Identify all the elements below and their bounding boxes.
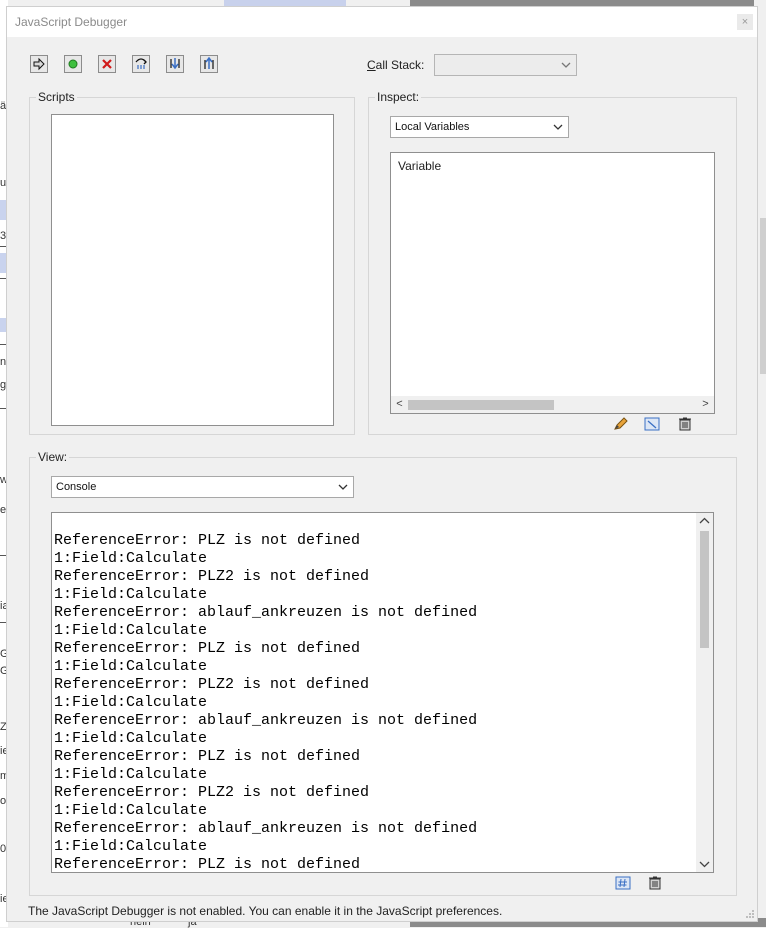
background-scrollbar [760,218,766,374]
call-stack-label: Call Stack: [367,58,425,72]
watch-icon[interactable] [643,417,661,431]
chevron-down-icon [561,62,571,68]
variables-list[interactable]: Variable < > [390,152,715,414]
chevron-down-icon [338,484,348,490]
trash-icon[interactable] [676,417,694,431]
step-over-icon [135,58,147,69]
console-line: ReferenceError: PLZ is not defined [54,856,361,873]
console-line: 1:Field:Calculate [54,802,208,819]
inspect-dropdown[interactable]: Local Variables [390,116,569,138]
console-line: 1:Field:Calculate [54,658,208,675]
console-line: ReferenceError: PLZ is not defined [54,640,361,657]
scroll-left-button[interactable]: < [391,396,408,413]
view-dropdown[interactable]: Console [51,476,354,498]
scroll-thumb[interactable] [408,400,554,410]
console-line: ReferenceError: PLZ is not defined [54,748,361,765]
console-line: 1:Field:Calculate [54,550,208,567]
console-line: ReferenceError: PLZ2 is not defined [54,676,370,693]
step-out-icon [204,56,214,69]
console-output[interactable]: ReferenceError: PLZ is not defined 1:Fiel… [51,512,714,873]
stop-button[interactable] [98,55,116,73]
console-line: 1:Field:Calculate [54,838,208,855]
scroll-down-icon[interactable] [699,860,710,868]
chevron-down-icon [553,124,563,130]
pause-button[interactable] [64,55,82,73]
step-out-button[interactable] [200,55,218,73]
status-message: The JavaScript Debugger is not enabled. … [28,904,503,918]
console-line: ReferenceError: PLZ is not defined [54,532,361,549]
title-bar[interactable]: JavaScript Debugger × [7,7,757,37]
step-into-icon [170,58,180,70]
scroll-up-icon[interactable] [699,517,710,525]
console-line: ReferenceError: PLZ2 is not defined [54,784,370,801]
arrow-right-icon [33,57,45,71]
console-vertical-scrollbar[interactable] [696,513,713,872]
scroll-thumb[interactable] [700,531,709,648]
console-line: 1:Field:Calculate [54,694,208,711]
scripts-title: Scripts [36,90,77,104]
step-into-button[interactable] [166,55,184,73]
console-line: ReferenceError: PLZ2 is not defined [54,568,370,585]
variable-column-header[interactable]: Variable [398,159,441,173]
scripts-list[interactable] [51,114,334,426]
close-button[interactable]: × [737,14,753,30]
console-line: 1:Field:Calculate [54,766,208,783]
resize-grip-icon[interactable] [745,909,755,919]
call-stack-dropdown[interactable] [434,54,577,76]
step-over-button[interactable] [132,55,150,73]
console-line: 1:Field:Calculate [54,622,208,639]
green-dot-icon [68,59,78,69]
console-line: 1:Field:Calculate [54,586,208,603]
scroll-right-button[interactable]: > [697,396,714,413]
view-title: View: [36,450,70,464]
console-line: ReferenceError: ablauf_ankreuzen is not … [54,604,478,621]
window-title: JavaScript Debugger [15,15,128,29]
evaluate-icon[interactable] [614,876,632,890]
console-line: 1:Field:Calculate [54,730,208,747]
console-line: ReferenceError: ablauf_ankreuzen is not … [54,820,478,837]
clear-console-icon[interactable] [646,876,664,890]
edit-pencil-icon[interactable] [612,417,630,431]
resume-button[interactable] [30,55,48,73]
console-line: ReferenceError: ablauf_ankreuzen is not … [54,712,478,729]
console-lines: ReferenceError: PLZ is not defined 1:Fiel… [54,532,478,873]
debugger-window: JavaScript Debugger × Call Stack: Script… [6,6,758,922]
variables-horizontal-scrollbar[interactable]: < > [391,396,714,413]
inspect-title: Inspect: [375,90,422,104]
red-x-icon [102,59,112,69]
